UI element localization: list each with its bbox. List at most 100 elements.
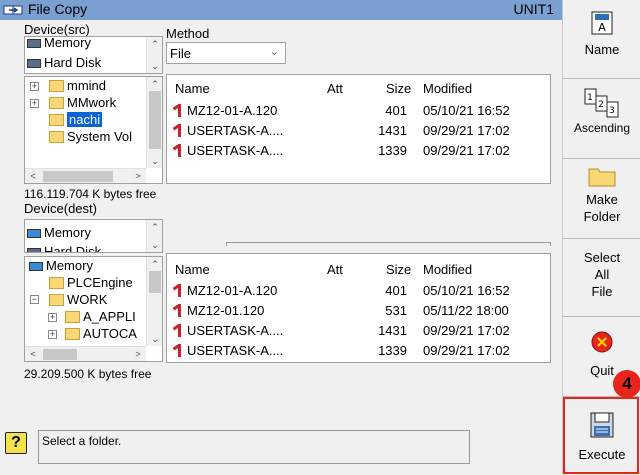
scroll-right-icon[interactable]: > [130,169,146,183]
collapse-icon[interactable]: − [30,295,39,304]
column-header-att[interactable]: Att [327,81,343,96]
drive-icon [27,229,41,238]
column-header-size[interactable]: Size [386,81,411,96]
tree-item[interactable]: PLCEngine [49,274,133,291]
column-header-modified[interactable]: Modified [423,262,472,277]
help-icon: ? [5,432,27,454]
expand-icon[interactable]: + [48,313,57,322]
tree-item-selected[interactable]: nachi [49,111,103,128]
expand-icon[interactable]: + [48,330,57,339]
folder-icon [588,168,616,187]
scroll-up-icon[interactable]: ⌃ [147,220,162,234]
expand-icon[interactable]: + [30,99,39,108]
window-title: File Copy [28,1,88,17]
folder-icon [49,131,64,143]
table-row[interactable]: MZ12-01.120 531 05/11/22 18:00 [167,302,550,319]
app-icon [3,5,23,15]
column-header-size[interactable]: Size [386,262,411,277]
scroll-up-icon[interactable]: ⌃ [147,37,162,51]
dest-tree-vscroll[interactable]: ⌃ ⌄ [146,257,162,346]
make-folder-button[interactable]: Make Folder [563,159,640,239]
expand-icon[interactable]: + [30,82,39,91]
file-icon [173,324,185,337]
folder-icon [49,97,64,109]
method-select[interactable]: File ⌄ [166,42,286,64]
table-row[interactable]: MZ12-01-A.120 401 05/10/21 16:52 [167,282,550,299]
dest-folder-tree[interactable]: Memory PLCEngine − WORK + A_APPLI + AUTO… [24,256,163,362]
src-drive-harddisk[interactable]: Hard Disk [27,55,101,71]
drive-icon [27,39,41,48]
scroll-left-icon[interactable]: < [25,169,41,183]
sort-order-button[interactable]: 1 2 3 Ascending [563,79,640,159]
scroll-thumb[interactable] [149,271,161,293]
scroll-left-icon[interactable]: < [25,347,41,361]
chevron-down-icon: ⌄ [269,46,279,58]
folder-icon [49,277,64,289]
tree-item[interactable]: AUTOCA [65,325,137,342]
file-icon [173,124,185,137]
column-header-name[interactable]: Name [175,262,210,277]
svg-text:2: 2 [598,100,604,110]
dest-drive-memory[interactable]: Memory [27,225,91,241]
folder-icon [65,328,80,340]
dest-file-table[interactable]: Name Att Size Modified MZ12-01-A.120 401… [166,253,551,363]
column-header-att[interactable]: Att [327,262,343,277]
select-all-files-button[interactable]: Select All File [563,239,640,317]
dest-free-space: 29.209.500 K bytes free [24,367,152,381]
src-drive-scrollbar[interactable]: ⌃ ⌄ [146,37,162,73]
src-folder-tree[interactable]: + mmind + MMwork nachi System Vol ⌃ ⌄ < … [24,76,163,184]
tree-item[interactable]: System Vol [49,128,132,145]
tree-item[interactable]: MMwork [49,94,116,111]
title-bar: File Copy UNIT1 [0,0,562,20]
src-file-table[interactable]: Name Att Size Modified MZ12-01-A.120 401… [166,74,551,184]
dest-drive-scrollbar[interactable]: ⌃ ⌄ [146,220,162,252]
scroll-down-icon[interactable]: ⌄ [147,238,162,252]
table-row[interactable]: MZ12-01-A.120 401 05/10/21 16:52 [167,102,550,119]
tree-item[interactable]: WORK [49,291,107,308]
scroll-down-icon[interactable]: ⌄ [147,59,162,73]
svg-text:A: A [598,21,606,34]
src-drive-memory[interactable]: Memory [27,37,91,51]
tree-item[interactable]: Memory [29,257,93,274]
table-row[interactable]: USERTASK-A.... 1339 09/29/21 17:02 [167,342,550,359]
svg-text:1: 1 [587,93,593,103]
scroll-thumb[interactable] [149,91,161,149]
table-row[interactable]: USERTASK-A.... 1431 09/29/21 17:02 [167,122,550,139]
src-drive-list[interactable]: Memory Hard Disk ⌃ ⌄ [24,36,163,74]
sort-name-icon: A [591,11,613,35]
file-icon [173,344,185,357]
scroll-up-icon[interactable]: ⌃ [147,257,162,271]
folder-icon [49,294,64,306]
scroll-thumb[interactable] [43,171,113,182]
dest-drive-harddisk[interactable]: Hard Disk [27,244,101,252]
dest-tree-hscroll[interactable]: < > [25,346,146,361]
scroll-down-icon[interactable]: ⌄ [147,332,162,346]
drive-icon [29,262,43,271]
src-tree-hscroll[interactable]: < > [25,168,146,183]
file-icon [173,284,185,297]
svg-text:3: 3 [609,106,615,116]
dest-device-label: Device(dest) [24,201,97,216]
column-header-modified[interactable]: Modified [423,81,472,96]
src-tree-vscroll[interactable]: ⌃ ⌄ [146,77,162,168]
scroll-down-icon[interactable]: ⌄ [147,154,162,168]
dest-drive-list[interactable]: Memory Hard Disk ⌃ ⌄ [24,219,163,253]
table-row[interactable]: USERTASK-A.... 1431 09/29/21 17:02 [167,322,550,339]
file-icon [173,144,185,157]
scroll-thumb[interactable] [43,349,77,360]
method-value: File [170,46,191,61]
scroll-up-icon[interactable]: ⌃ [147,77,162,91]
unit-label: UNIT1 [513,1,554,17]
file-icon [173,304,185,317]
status-message: Select a folder. [38,430,470,464]
tree-item[interactable]: A_APPLI [65,308,136,325]
sort-ascending-icon: 1 2 3 [584,88,619,118]
table-row[interactable]: USERTASK-A.... 1339 09/29/21 17:02 [167,142,550,159]
scroll-right-icon[interactable]: > [130,347,146,361]
tree-item[interactable]: mmind [49,77,106,94]
drive-icon [27,248,41,252]
sort-name-button[interactable]: A Name [563,0,640,79]
column-header-name[interactable]: Name [175,81,210,96]
drive-icon [27,59,41,68]
folder-icon [49,114,64,126]
